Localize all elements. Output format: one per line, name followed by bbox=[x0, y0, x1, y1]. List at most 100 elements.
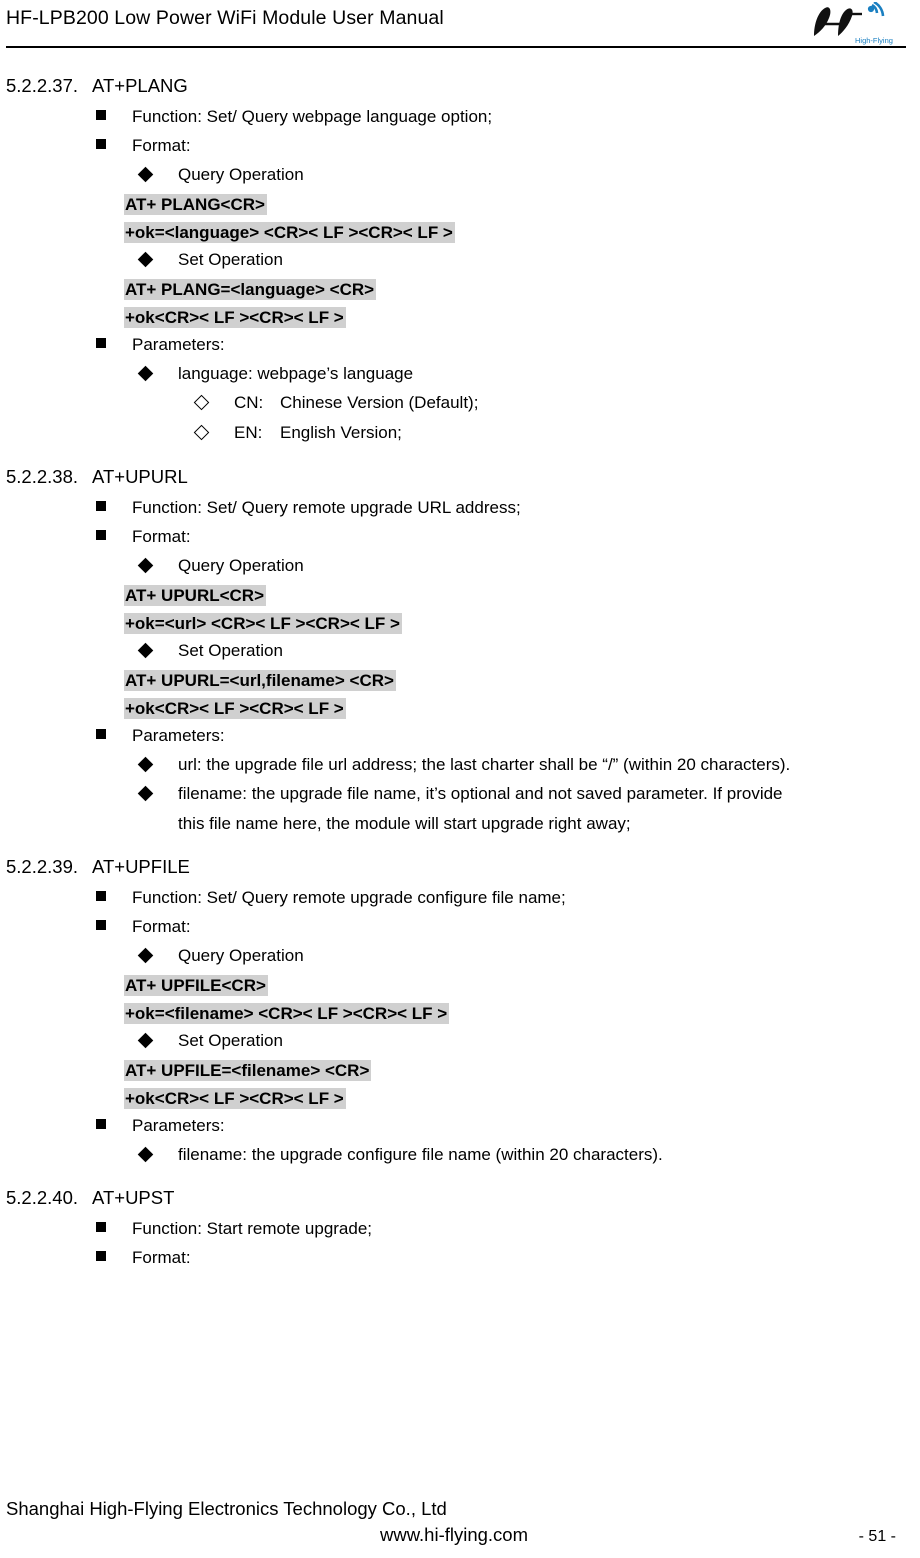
function-text: Function: Set/ Query remote upgrade conf… bbox=[132, 888, 566, 907]
document-page: HF-LPB200 Low Power WiFi Module User Man… bbox=[0, 0, 920, 1558]
set-response-text: +ok<CR>< LF ><CR>< LF > bbox=[124, 698, 346, 719]
format-label: Format: bbox=[132, 527, 191, 546]
parameter-key: EN: bbox=[234, 423, 263, 442]
set-operation-label: Set Operation bbox=[178, 641, 283, 660]
footer-company: Shanghai High-Flying Electronics Technol… bbox=[6, 1498, 447, 1519]
set-response-text: +ok<CR>< LF ><CR>< LF > bbox=[124, 307, 346, 328]
list-item: Set Operation bbox=[6, 247, 902, 273]
square-bullet-icon bbox=[96, 885, 132, 911]
query-response-text: +ok=<language> <CR>< LF ><CR>< LF > bbox=[124, 222, 455, 243]
query-command-text: AT+ UPURL<CR> bbox=[124, 585, 267, 606]
set-command-text: AT+ UPURL=<url,filename> <CR> bbox=[124, 670, 396, 691]
square-bullet-icon bbox=[96, 723, 132, 749]
function-text: Function: Start remote upgrade; bbox=[132, 1219, 373, 1238]
list-item: Function: Set/ Query webpage language op… bbox=[6, 104, 902, 130]
section-title: AT+UPFILE bbox=[92, 856, 190, 877]
list-item: Query Operation bbox=[6, 553, 902, 579]
query-operation-label: Query Operation bbox=[178, 165, 304, 184]
header-title: HF-LPB200 Low Power WiFi Module User Man… bbox=[6, 7, 444, 29]
parameter-text: url: the upgrade file url address; the l… bbox=[178, 755, 791, 774]
square-bullet-icon bbox=[96, 495, 132, 521]
query-command: AT+ UPURL<CR> bbox=[6, 582, 902, 609]
list-item: Parameters: bbox=[6, 723, 902, 749]
hi-flying-logo-icon: High-Flying bbox=[814, 2, 893, 45]
list-item: language: webpage’s language bbox=[6, 361, 902, 387]
query-response: +ok=<url> <CR>< LF ><CR>< LF > bbox=[6, 610, 902, 637]
set-command: AT+ UPFILE=<filename> <CR> bbox=[6, 1057, 902, 1084]
list-item: Set Operation bbox=[6, 638, 902, 664]
footer-page-number: - 51 - bbox=[858, 1528, 896, 1545]
set-command-text: AT+ PLANG=<language> <CR> bbox=[124, 279, 377, 300]
diamond-bullet-icon bbox=[137, 752, 178, 778]
square-bullet-icon bbox=[96, 1216, 132, 1242]
query-command: AT+ UPFILE<CR> bbox=[6, 972, 902, 999]
square-bullet-icon bbox=[96, 524, 132, 550]
diamond-bullet-icon bbox=[137, 553, 178, 579]
parameter-text: filename: the upgrade file name, it’s op… bbox=[178, 784, 783, 803]
square-bullet-icon bbox=[96, 1113, 132, 1139]
set-command-text: AT+ UPFILE=<filename> <CR> bbox=[124, 1060, 372, 1081]
list-item: Function: Set/ Query remote upgrade URL … bbox=[6, 495, 902, 521]
diamond-bullet-icon bbox=[137, 1028, 178, 1054]
list-item: Format: bbox=[6, 524, 902, 550]
footer-website: www.hi-flying.com bbox=[379, 1524, 529, 1545]
query-response-text: +ok=<filename> <CR>< LF ><CR>< LF > bbox=[124, 1003, 450, 1024]
logo-subtext: High-Flying bbox=[855, 36, 893, 45]
list-item: filename: the upgrade configure file nam… bbox=[6, 1142, 902, 1168]
list-item: Query Operation bbox=[6, 162, 902, 188]
parameter-text: filename: the upgrade configure file nam… bbox=[178, 1145, 663, 1164]
function-text: Function: Set/ Query webpage language op… bbox=[132, 107, 493, 126]
set-command: AT+ PLANG=<language> <CR> bbox=[6, 276, 902, 303]
set-response: +ok<CR>< LF ><CR>< LF > bbox=[6, 695, 902, 722]
set-response: +ok<CR>< LF ><CR>< LF > bbox=[6, 1085, 902, 1112]
list-item: Parameters: bbox=[6, 332, 902, 358]
format-label: Format: bbox=[132, 136, 191, 155]
diamond-bullet-icon bbox=[137, 162, 178, 188]
page-footer: Shanghai High-Flying Electronics Technol… bbox=[0, 1496, 920, 1548]
open-diamond-bullet-icon bbox=[193, 390, 234, 417]
section-number: 5.2.2.37. bbox=[6, 75, 79, 96]
section-heading-upurl: 5.2.2.38. AT+UPURL bbox=[6, 465, 902, 489]
parameters-label: Parameters: bbox=[132, 335, 225, 354]
document-content: 5.2.2.37. AT+PLANG Function: Set/ Query … bbox=[0, 74, 920, 1271]
page-header: HF-LPB200 Low Power WiFi Module User Man… bbox=[0, 0, 920, 56]
square-bullet-icon bbox=[96, 1245, 132, 1271]
query-response: +ok=<filename> <CR>< LF ><CR>< LF > bbox=[6, 1000, 902, 1027]
section-number: 5.2.2.38. bbox=[6, 466, 79, 487]
header-divider bbox=[6, 46, 906, 48]
list-item: CN: Chinese Version (Default); bbox=[6, 390, 902, 417]
parameter-value: English Version; bbox=[280, 423, 402, 442]
list-item: Format: bbox=[6, 133, 902, 159]
section-title: AT+UPST bbox=[92, 1187, 175, 1208]
format-label: Format: bbox=[132, 917, 191, 936]
list-item: EN: English Version; bbox=[6, 420, 902, 447]
query-operation-label: Query Operation bbox=[178, 556, 304, 575]
parameters-label: Parameters: bbox=[132, 1116, 225, 1135]
list-item: Query Operation bbox=[6, 943, 902, 969]
query-command: AT+ PLANG<CR> bbox=[6, 191, 902, 218]
set-response: +ok<CR>< LF ><CR>< LF > bbox=[6, 304, 902, 331]
function-text: Function: Set/ Query remote upgrade URL … bbox=[132, 498, 521, 517]
section-heading-upfile: 5.2.2.39. AT+UPFILE bbox=[6, 855, 902, 879]
section-number: 5.2.2.39. bbox=[6, 856, 79, 877]
list-item: Parameters: bbox=[6, 1113, 902, 1139]
square-bullet-icon bbox=[96, 104, 132, 130]
query-command-text: AT+ PLANG<CR> bbox=[124, 194, 267, 215]
list-item: Function: Start remote upgrade; bbox=[6, 1216, 902, 1242]
diamond-bullet-icon bbox=[137, 781, 178, 807]
list-item: url: the upgrade file url address; the l… bbox=[6, 752, 902, 778]
query-response: +ok=<language> <CR>< LF ><CR>< LF > bbox=[6, 219, 902, 246]
query-response-text: +ok=<url> <CR>< LF ><CR>< LF > bbox=[124, 613, 402, 634]
square-bullet-icon bbox=[96, 332, 132, 358]
diamond-bullet-icon bbox=[137, 943, 178, 969]
list-item: Format: bbox=[6, 1245, 902, 1271]
section-heading-plang: 5.2.2.37. AT+PLANG bbox=[6, 74, 902, 98]
list-item: filename: the upgrade file name, it’s op… bbox=[6, 781, 902, 807]
section-heading-upst: 5.2.2.40. AT+UPST bbox=[6, 1186, 902, 1210]
parameter-value: Chinese Version (Default); bbox=[280, 393, 479, 412]
format-label: Format: bbox=[132, 1248, 191, 1267]
set-response-text: +ok<CR>< LF ><CR>< LF > bbox=[124, 1088, 346, 1109]
diamond-bullet-icon bbox=[137, 1142, 178, 1168]
parameters-label: Parameters: bbox=[132, 726, 225, 745]
section-number: 5.2.2.40. bbox=[6, 1187, 79, 1208]
